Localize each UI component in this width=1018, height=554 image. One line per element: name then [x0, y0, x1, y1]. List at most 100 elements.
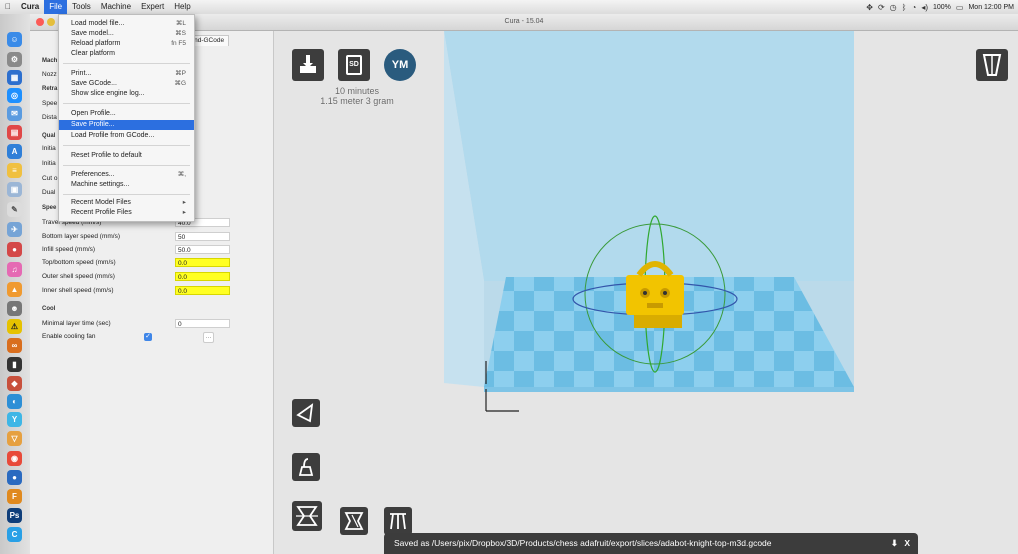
minimize-window-icon[interactable]	[47, 18, 55, 26]
cut-off-label: Cut o	[42, 175, 58, 182]
volume-icon[interactable]: ◂)	[921, 3, 928, 12]
status-area: ✥ ⟳ ◷ ᛒ ◔ ◂) 100% ▭ Mon 12:00 PM	[866, 3, 1018, 12]
menu-machine-settings[interactable]: Machine settings...	[59, 180, 194, 190]
filezilla-icon[interactable]: F	[7, 489, 22, 504]
layflat-tool-button[interactable]	[340, 507, 368, 535]
photo-booth-icon[interactable]: ●	[7, 242, 22, 257]
sync-icon[interactable]: ⟳	[878, 3, 885, 12]
distance-label: Dista	[42, 114, 57, 121]
scale-tool-button[interactable]	[292, 453, 320, 481]
finder-icon[interactable]: ☺	[7, 32, 22, 47]
apple-menu-icon[interactable]: 	[0, 0, 16, 14]
youmagine-button[interactable]: YM	[384, 49, 416, 81]
tools-menu[interactable]: Tools	[67, 0, 96, 14]
menu-separator	[63, 165, 190, 166]
mail-icon[interactable]: ✉	[7, 106, 22, 121]
nozzle-label: Nozz	[42, 71, 57, 78]
load-model-icon	[300, 55, 316, 73]
menu-reload-platform[interactable]: Reload platform fn F5	[59, 39, 194, 49]
menu-open-profile[interactable]: Open Profile...	[59, 109, 194, 119]
app-menu[interactable]: Cura	[16, 0, 44, 14]
dropbox-icon[interactable]: ✥	[866, 3, 873, 12]
menu-save-profile[interactable]: Save Profile...	[59, 120, 194, 130]
chrome-icon[interactable]: ◉	[7, 451, 22, 466]
textedit-icon[interactable]: ✎	[7, 202, 22, 217]
preview-icon[interactable]: ▣	[7, 182, 22, 197]
bottom-layer-speed-input[interactable]: 50	[175, 232, 230, 241]
itunes-icon[interactable]: ♫	[7, 262, 22, 277]
save-to-sd-button[interactable]: SD	[338, 49, 370, 81]
section-retraction: Retra	[42, 86, 58, 92]
menu-recent-model-files[interactable]: Recent Model Files ▸	[59, 198, 194, 208]
top-bottom-speed-input[interactable]: 0.0	[175, 258, 230, 267]
bluetooth-icon[interactable]: ᛒ	[902, 3, 907, 12]
machine-menu[interactable]: Machine	[96, 0, 136, 14]
cyberduck-icon[interactable]: ✈	[7, 222, 22, 237]
mission-control-icon[interactable]: ▦	[7, 70, 22, 85]
outer-shell-speed-input[interactable]: 0.0	[175, 272, 230, 281]
cloud-app-icon[interactable]: C	[7, 527, 22, 542]
menu-reset-profile[interactable]: Reset Profile to default	[59, 151, 194, 161]
min-layer-time-input[interactable]: 0	[175, 319, 230, 328]
reset-tool-button[interactable]	[384, 507, 412, 535]
build-volume-scene	[444, 31, 854, 412]
status-download-icon[interactable]: ⬇	[891, 533, 898, 554]
battery-icon[interactable]: ▭	[956, 3, 964, 12]
menu-save-model[interactable]: Save model... ⌘S	[59, 29, 194, 39]
status-close-button[interactable]: X	[904, 533, 910, 554]
menu-show-slice-log[interactable]: Show slice engine log...	[59, 89, 194, 99]
view-mode-button[interactable]	[976, 49, 1008, 81]
dual-extrusion-label: Dual	[42, 189, 56, 196]
menu-preferences[interactable]: Preferences... ⌘,	[59, 170, 194, 180]
expert-menu[interactable]: Expert	[136, 0, 169, 14]
sketch-icon[interactable]: ▽	[7, 431, 22, 446]
rotate-icon	[296, 403, 314, 423]
rocket-app-icon[interactable]: ◆	[7, 376, 22, 391]
file-menu-dropdown: Load model file... ⌘L Save model... ⌘S Rel…	[58, 14, 195, 222]
cooling-fan-checkbox[interactable]: ✓	[144, 333, 152, 341]
window-title: Cura - 15.04	[504, 18, 544, 25]
cooling-fan-settings-button[interactable]: …	[203, 332, 214, 343]
section-speed: Spee	[42, 205, 57, 211]
menu-load-profile-gcode[interactable]: Load Profile from GCode...	[59, 131, 194, 141]
mac-menubar:  Cura File Tools Machine Expert Help ✥ …	[0, 0, 1018, 15]
cura-dock-icon[interactable]: ◐	[7, 394, 22, 409]
mirror-icon	[296, 506, 318, 526]
wifi-icon[interactable]: ◔	[911, 3, 916, 12]
calendar-icon[interactable]: ▤	[7, 125, 22, 140]
file-menu[interactable]: File	[44, 0, 68, 14]
automator-icon[interactable]: ☻	[7, 301, 22, 316]
initial-layer-label-1: Initia	[42, 145, 56, 152]
close-window-icon[interactable]	[36, 18, 44, 26]
menu-clear-platform[interactable]: Clear platform	[59, 49, 194, 59]
arduino-icon[interactable]: ∞	[7, 338, 22, 353]
clock[interactable]: Mon 12:00 PM	[968, 4, 1014, 11]
photoshop-icon[interactable]: Ps	[7, 508, 22, 523]
rotate-tool-button[interactable]	[292, 399, 320, 427]
time-machine-icon[interactable]: ◷	[890, 3, 897, 12]
system-prefs-icon[interactable]: ⚙	[7, 52, 22, 67]
app-store-icon[interactable]: A	[7, 144, 22, 159]
vpn-icon[interactable]: ●	[7, 470, 22, 485]
scale-icon	[298, 458, 314, 476]
notes-icon[interactable]: ≡	[7, 163, 22, 178]
menu-recent-profile-files[interactable]: Recent Profile Files ▸	[59, 208, 194, 218]
menu-print[interactable]: Print... ⌘P	[59, 69, 194, 79]
hazard-app-icon[interactable]: ⚠	[7, 319, 22, 334]
mirror-tool-button[interactable]	[292, 501, 322, 531]
infill-speed-input[interactable]: 50.0	[175, 245, 230, 254]
safari-icon[interactable]: ◎	[7, 88, 22, 103]
battery-percent: 100%	[933, 3, 951, 11]
load-model-button[interactable]	[292, 49, 324, 81]
material-usage: 1.15 meter 3 gram	[320, 96, 394, 106]
inner-shell-speed-input[interactable]: 0.0	[175, 286, 230, 295]
3d-viewport[interactable]: SD YM 10 minutes 1.15 meter 3 gram	[274, 31, 1018, 554]
vlc-icon[interactable]: ▲	[7, 282, 22, 297]
inner-shell-speed-label: Inner shell speed (mm/s)	[42, 287, 114, 294]
menu-save-gcode[interactable]: Save GCode... ⌘G	[59, 79, 194, 89]
tweetbot-icon[interactable]: Y	[7, 412, 22, 427]
help-menu[interactable]: Help	[169, 0, 195, 14]
build-plate-edge	[484, 387, 854, 392]
terminal-icon[interactable]: ▮	[7, 357, 22, 372]
menu-load-model[interactable]: Load model file... ⌘L	[59, 19, 194, 29]
